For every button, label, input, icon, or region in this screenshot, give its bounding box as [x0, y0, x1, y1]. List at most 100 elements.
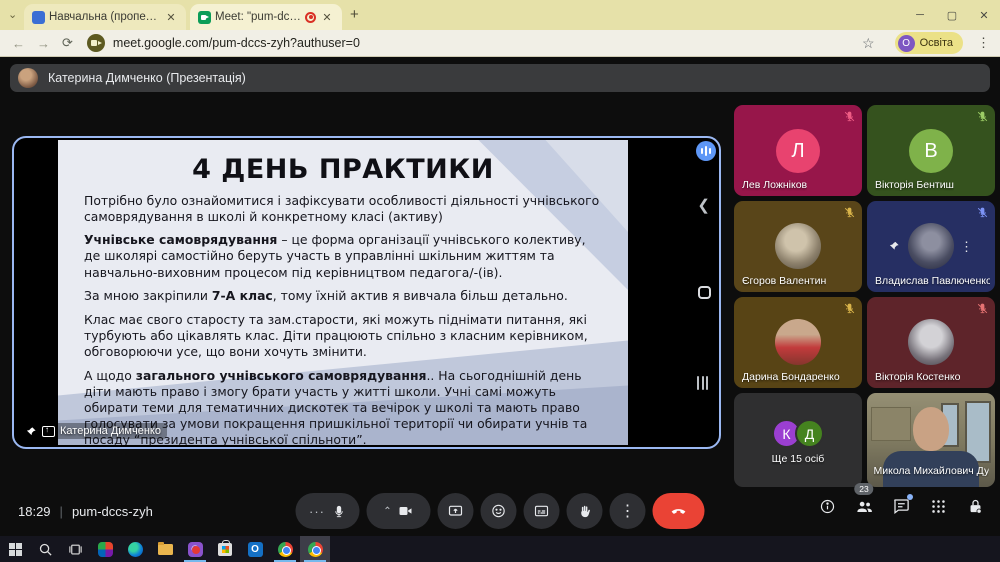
end-call-button[interactable] [653, 493, 705, 529]
tab-meet[interactable]: Meet: "pum-dccs-zyh" ✕ [190, 4, 342, 30]
camera-icon [398, 503, 414, 519]
chrome-icon [308, 542, 323, 557]
bookmark-star-icon[interactable]: ☆ [862, 35, 875, 52]
participant-name: Лев Ложніков [742, 179, 807, 191]
meet-favicon-icon [198, 11, 211, 24]
browser-menu-icon[interactable]: ⋮ [977, 35, 990, 51]
chrome-profile-badge [282, 546, 290, 554]
participant-photo-avatar [908, 223, 954, 269]
meeting-code-label: pum-dccs-zyh [72, 504, 153, 519]
taskbar-search-button[interactable] [30, 536, 60, 562]
presentation-slide: 4 ДЕНЬ ПРАКТИКИ Потрібно було ознайомити… [58, 140, 628, 445]
tab-classroom[interactable]: Навчальна (пропедевтична) : ✕ [24, 4, 186, 30]
video-options-icon[interactable]: ⌃ [383, 506, 391, 517]
presenter-notification-bar: Катерина Димченко (Презентація) [10, 64, 990, 92]
pinned-presentation-tile[interactable]: 4 ДЕНЬ ПРАКТИКИ Потрібно було ознайомити… [12, 136, 721, 449]
participant-tile[interactable]: Дарина Бондаренко [734, 297, 862, 388]
window-minimize-button[interactable]: ─ [904, 0, 936, 30]
presenting-icon [42, 426, 55, 437]
presentation-name-chip: Катерина Димченко [22, 423, 167, 439]
presenter-banner-text: Катерина Димченко (Презентація) [48, 71, 246, 85]
participant-name: Владислав Павлюченко [875, 275, 990, 287]
classroom-favicon-icon [32, 11, 45, 24]
taskbar-app-edge[interactable] [120, 536, 150, 562]
host-controls-button[interactable] [964, 495, 986, 517]
slide-paragraph: Учнівське самоврядування – це форма орга… [84, 232, 602, 280]
reactions-button[interactable] [481, 493, 517, 529]
present-screen-button[interactable] [438, 493, 474, 529]
taskbar-app-file-explorer[interactable] [150, 536, 180, 562]
windows-logo-icon [9, 543, 22, 556]
participant-tile[interactable]: Л Лев Ложніков [734, 105, 862, 196]
layout-square-icon[interactable] [698, 286, 711, 299]
mic-muted-icon [843, 302, 856, 320]
presenter-name-label: Катерина Димченко [60, 425, 161, 437]
overflow-participants-tile[interactable]: КД Ще 15 осіб [734, 393, 862, 487]
mic-muted-icon [976, 110, 989, 128]
new-tab-button[interactable]: + [350, 7, 359, 23]
forward-icon[interactable]: → [37, 36, 50, 51]
raise-hand-button[interactable] [567, 493, 603, 529]
participant-initial-avatar: Д [795, 419, 824, 448]
participant-tile[interactable]: Вікторія Костенко [867, 297, 995, 388]
overflow-label: Ще 15 осіб [772, 453, 825, 465]
people-panel-button[interactable]: 23 [853, 495, 875, 517]
participant-name: Вікторія Костенко [875, 371, 960, 383]
smiley-icon [491, 503, 507, 519]
edge-icon [128, 542, 143, 557]
chat-panel-button[interactable] [890, 495, 912, 517]
chrome-icon [278, 542, 293, 557]
raise-hand-icon [577, 504, 592, 519]
taskbar-app-office[interactable] [90, 536, 120, 562]
tab-title: Meet: "pum-dccs-zyh" [215, 11, 301, 23]
participant-name: Микола Михайлович Ду... [874, 465, 989, 477]
url-field[interactable]: meet.google.com/pum-dccs-zyh?authuser=0 [113, 36, 360, 50]
mic-muted-icon [976, 206, 989, 224]
tab-close-icon[interactable]: ✕ [320, 10, 334, 24]
window-maximize-button[interactable]: ▢ [936, 0, 968, 30]
chat-notification-dot [907, 494, 913, 500]
mic-button[interactable]: ··· [296, 493, 360, 529]
site-favicon-icon[interactable] [87, 34, 105, 52]
participant-tile[interactable]: ⋮ Владислав Павлюченко [867, 201, 995, 292]
window-close-button[interactable]: ✕ [968, 0, 1000, 30]
audio-options-icon[interactable]: ··· [309, 504, 325, 519]
activities-button[interactable] [927, 495, 949, 517]
taskbar-app-viber[interactable]: ✆ [180, 536, 210, 562]
meet-main: Катерина Димченко (Презентація) 4 ДЕНЬ П… [0, 58, 1000, 536]
overflow-avatars: КД [772, 419, 824, 448]
resize-grip-icon[interactable] [697, 376, 711, 390]
captions-button[interactable] [524, 493, 560, 529]
participant-options-icon[interactable]: ⋮ [960, 239, 973, 255]
browser-profile-chip[interactable]: О Освіта [895, 32, 963, 54]
reload-icon[interactable]: ⟳ [62, 35, 73, 51]
participant-tile[interactable]: В Вікторія Бентиш [867, 105, 995, 196]
tab-close-icon[interactable]: ✕ [164, 10, 178, 24]
task-view-button[interactable] [60, 536, 90, 562]
tab-search-chevron-icon[interactable]: ⌄ [8, 8, 17, 21]
taskbar-app-chrome-1[interactable] [270, 536, 300, 562]
info-icon [819, 498, 836, 515]
participant-photo-avatar [775, 319, 821, 365]
participant-tile[interactable]: Єгоров Валентин [734, 201, 862, 292]
start-button[interactable] [0, 536, 30, 562]
slide-title: 4 ДЕНЬ ПРАКТИКИ [58, 154, 628, 185]
meeting-details-button[interactable] [816, 495, 838, 517]
participant-grid: Л Лев Ложніков В Вікторія Бентиш Єгоров … [734, 105, 995, 487]
camera-button[interactable]: ⌃ [367, 493, 431, 529]
task-view-icon [68, 542, 83, 557]
pin-participant-icon[interactable] [889, 239, 900, 254]
participant-video-tile[interactable]: Микола Михайлович Ду... [867, 393, 995, 487]
taskbar-app-chrome-2[interactable] [300, 536, 330, 562]
audio-level-indicator-icon [696, 141, 716, 161]
participant-name: Дарина Бондаренко [742, 371, 840, 383]
taskbar-app-outlook[interactable]: O [240, 536, 270, 562]
meeting-info: 18:29 | pum-dccs-zyh [18, 498, 153, 524]
taskbar-app-store[interactable] [210, 536, 240, 562]
profile-label: Освіта [920, 37, 953, 49]
windows-taskbar: ✆ O ☂ Rain tonight ︿ УКР 18:29 [0, 536, 1000, 562]
slide-paragraph: За мною закріпили 7-А клас, тому їхній а… [84, 288, 602, 304]
collapse-panel-chevron-icon[interactable]: ❮ [697, 196, 710, 214]
back-icon[interactable]: ← [12, 36, 25, 51]
more-options-button[interactable]: ⋮ [610, 493, 646, 529]
